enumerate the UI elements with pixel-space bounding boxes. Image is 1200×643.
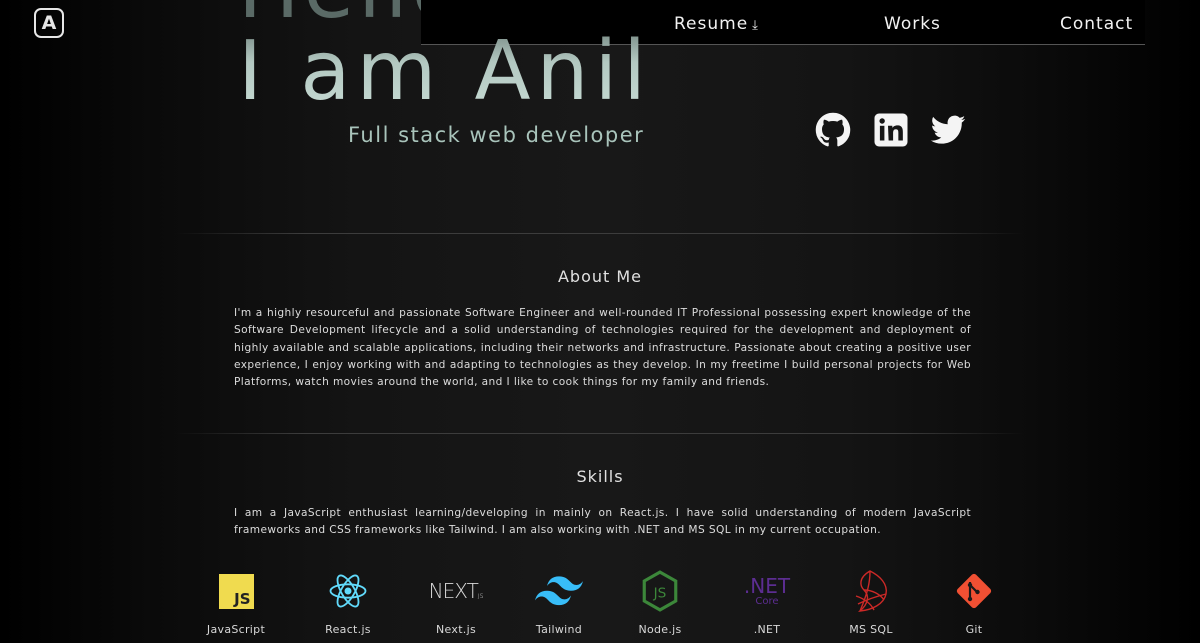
nextjs-icon: NEXTJS	[428, 579, 484, 603]
hero-name: I am Anil	[238, 24, 653, 119]
skill-label: MS SQL	[849, 623, 893, 636]
hero-subtitle: Full stack web developer	[348, 123, 645, 147]
react-icon	[329, 574, 367, 608]
skill-label: Tailwind	[535, 623, 583, 636]
skill-nodejs: JS Node.js	[615, 567, 705, 636]
mssql-icon	[855, 570, 887, 612]
git-icon	[956, 573, 992, 609]
skill-label: JavaScript	[206, 623, 266, 636]
about-title: About Me	[557, 267, 643, 286]
skill-tailwind: Tailwind	[514, 567, 604, 636]
tailwind-icon	[535, 576, 583, 606]
github-icon[interactable]	[815, 112, 851, 148]
svg-text:JS: JS	[653, 585, 667, 601]
nav-resume-label: Resume	[674, 14, 749, 34]
skill-label: Node.js	[638, 623, 682, 636]
linkedin-icon[interactable]	[873, 112, 909, 148]
skill-mssql: MS SQL	[826, 567, 916, 636]
skills-title: Skills	[576, 467, 624, 486]
javascript-icon: JS	[218, 573, 254, 609]
download-icon: ⤓	[752, 18, 759, 33]
skill-git: Git	[929, 567, 1019, 636]
about-text: I'm a highly resourceful and passionate …	[234, 307, 971, 389]
nav-resume[interactable]: Resume ⤓	[674, 14, 759, 34]
skill-label: React.js	[325, 623, 371, 636]
skill-nextjs: NEXTJS Next.js	[411, 567, 501, 636]
skill-label: Git	[965, 623, 983, 636]
nav-works[interactable]: Works	[884, 14, 941, 34]
twitter-icon[interactable]	[930, 112, 966, 148]
skill-react: React.js	[303, 567, 393, 636]
skill-label: .NET	[753, 623, 781, 636]
skill-javascript: JS JavaScript	[191, 567, 281, 636]
nav-contact[interactable]: Contact	[1060, 14, 1133, 34]
divider	[175, 433, 1025, 434]
site-logo[interactable]: A	[34, 8, 64, 38]
skill-dotnet: .NET Core .NET	[722, 567, 812, 637]
skills-text: I am a JavaScript enthusiast learning/de…	[234, 507, 971, 537]
skill-label: Next.js	[435, 623, 476, 636]
nodejs-icon: JS	[642, 570, 678, 612]
divider	[175, 233, 1025, 234]
dotnet-icon: .NET Core	[743, 573, 791, 607]
logo-letter: A	[41, 12, 57, 34]
